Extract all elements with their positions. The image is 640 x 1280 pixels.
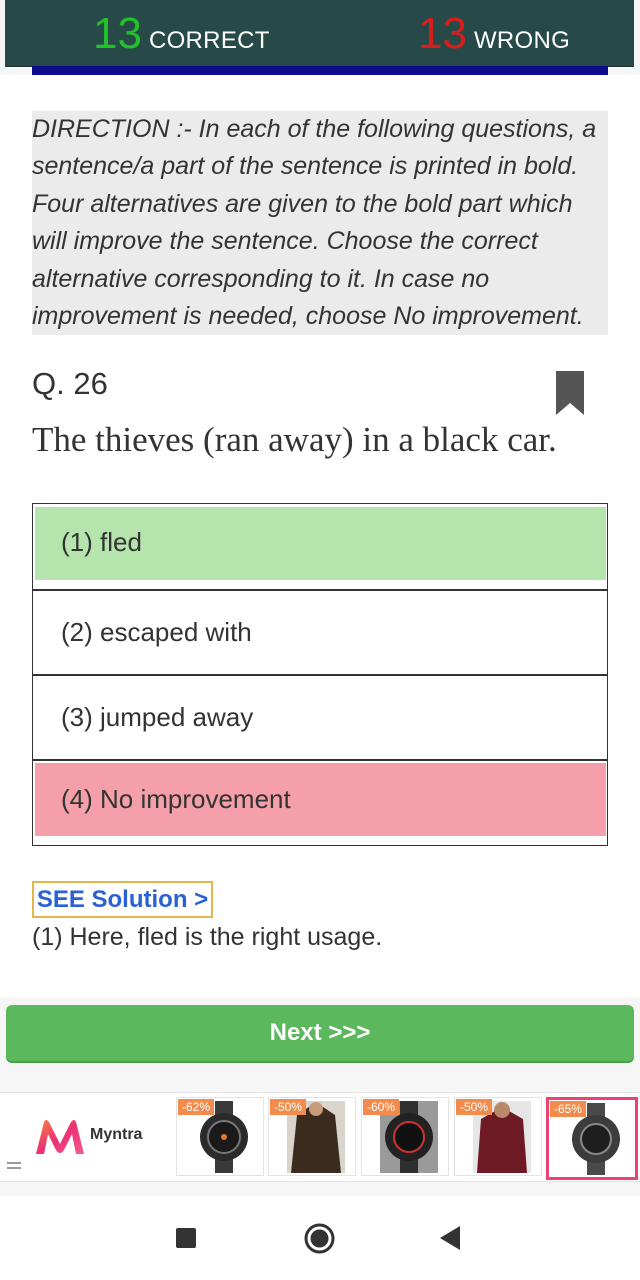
option-3[interactable]: (3) jumped away xyxy=(33,674,607,759)
see-solution-button[interactable]: SEE Solution > xyxy=(32,881,213,918)
bookmark-icon[interactable] xyxy=(556,371,584,415)
direction-line: DIRECTION :- In each of the following qu… xyxy=(32,115,597,143)
option-4[interactable]: (4) No improvement xyxy=(33,759,607,845)
direction-line: improvement is needed, choose No improve… xyxy=(32,302,584,331)
discount-badge: -65% xyxy=(550,1101,587,1117)
ad-product[interactable]: -50% xyxy=(454,1097,542,1176)
ad-product[interactable]: -62% xyxy=(176,1097,264,1176)
ad-brand-name: Myntra xyxy=(90,1126,143,1143)
discount-badge: -50% xyxy=(270,1099,307,1115)
option-label: (4) No improvement xyxy=(61,783,291,814)
question-text: The thieves (ran away) in a black car. xyxy=(32,420,557,459)
discount-badge: -60% xyxy=(363,1099,400,1115)
wrong-score: 13 WRONG xyxy=(418,10,570,58)
option-2[interactable]: (2) escaped with xyxy=(33,589,607,674)
wrong-count: 13 xyxy=(418,9,467,58)
correct-score: 13 CORRECT xyxy=(93,10,270,58)
score-header: 13 CORRECT 13 WRONG xyxy=(5,0,634,67)
option-label: (1) fled xyxy=(61,527,142,557)
correct-label: CORRECT xyxy=(148,27,270,54)
recent-apps-icon[interactable] xyxy=(176,1228,196,1248)
option-1[interactable]: (1) fled xyxy=(33,504,607,589)
direction-line: Four alternatives are given to the bold … xyxy=(32,189,573,218)
quiz-screen: 13 CORRECT 13 WRONG DIRECTION :- In each… xyxy=(0,0,640,1280)
discount-badge: -50% xyxy=(456,1099,493,1115)
direction-line: alternative corresponding to it. In case… xyxy=(32,264,490,293)
direction-line: will improve the sentence. Choose the co… xyxy=(32,227,538,256)
ad-product[interactable]: -50% xyxy=(268,1097,356,1176)
direction-box: DIRECTION :- In each of the following qu… xyxy=(32,111,608,335)
wrong-label: WRONG xyxy=(473,27,571,54)
options-list: (1) fled (2) escaped with (3) jumped awa… xyxy=(32,503,608,846)
discount-badge: -62% xyxy=(178,1099,215,1115)
option-label: (2) escaped with xyxy=(61,617,252,647)
progress-strip xyxy=(32,66,608,75)
direction-line: sentence/a part of the sentence is print… xyxy=(32,152,579,181)
back-icon[interactable] xyxy=(440,1226,460,1250)
ad-product[interactable]: -60% xyxy=(361,1097,449,1176)
next-button[interactable]: Next >>> xyxy=(6,1005,634,1063)
option-label: (3) jumped away xyxy=(61,702,254,732)
question-number: Q. 26 xyxy=(32,366,108,401)
myntra-logo-icon xyxy=(36,1120,84,1154)
home-icon[interactable] xyxy=(304,1223,335,1254)
correct-count: 13 xyxy=(93,9,142,58)
ad-menu-icon[interactable] xyxy=(7,1162,21,1172)
ad-product-selected[interactable]: -65% xyxy=(546,1097,638,1180)
solution-text: (1) Here, fled is the right usage. xyxy=(32,923,383,951)
